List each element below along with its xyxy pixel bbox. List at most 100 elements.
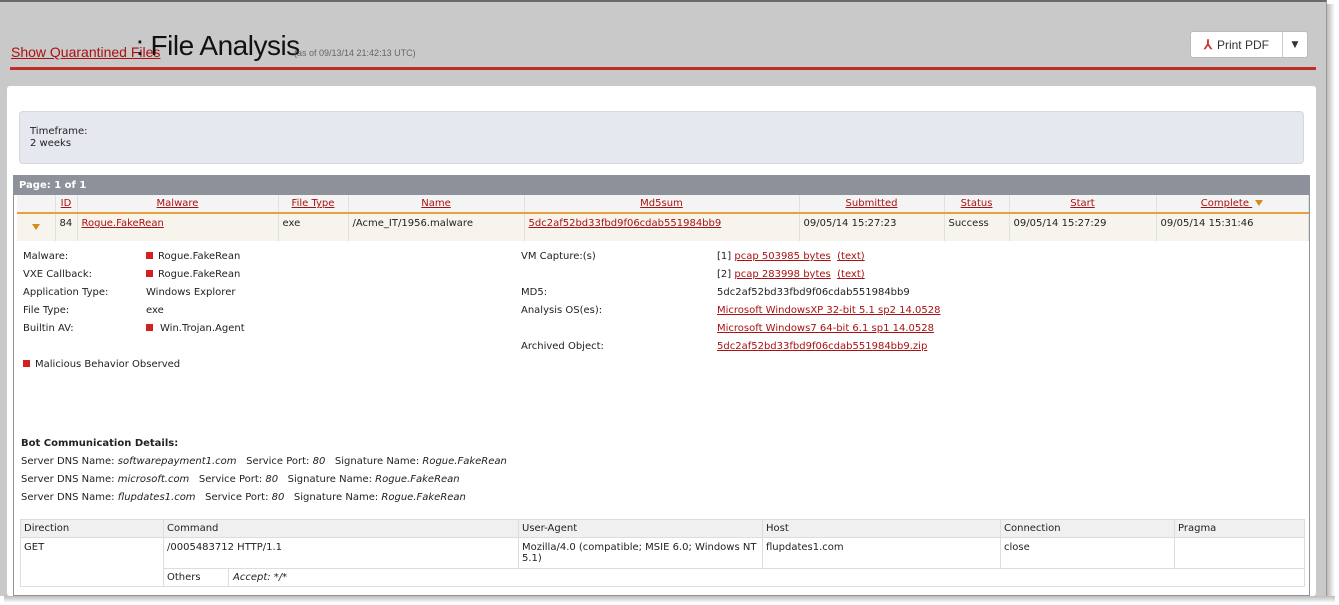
capture-2-index: [2] bbox=[717, 269, 732, 280]
cell-user-agent: Mozilla/4.0 (compatible; MSIE 6.0; Windo… bbox=[518, 537, 763, 569]
col-command: Command bbox=[163, 519, 519, 538]
application-type-label: Application Type: bbox=[23, 287, 109, 298]
file-type-value: exe bbox=[146, 305, 164, 316]
communication-table: Direction Command User-Agent Host Connec… bbox=[20, 519, 1305, 587]
builtin-av-value: Win.Trojan.Agent bbox=[146, 323, 245, 335]
col-connection: Connection bbox=[1000, 519, 1175, 538]
col-user-agent: User-Agent bbox=[518, 519, 763, 538]
md5-link[interactable]: 5dc2af52bd33fbd9f06cdab551984bb9 bbox=[529, 218, 722, 229]
expand-row-toggle[interactable] bbox=[17, 213, 56, 241]
print-pdf-label: Print PDF bbox=[1216, 37, 1269, 52]
capture-1-pcap-link[interactable]: pcap 503985 bytes bbox=[734, 251, 830, 262]
print-pdf-button-group: ⅄ Print PDF ▼ bbox=[1190, 31, 1308, 58]
cell-submitted: 09/05/14 15:27:23 bbox=[799, 213, 945, 241]
archived-object-link[interactable]: 5dc2af52bd33fbd9f06cdab551984bb9.zip bbox=[717, 341, 927, 353]
capture-2: [2] pcap 283998 bytes (text) bbox=[717, 269, 865, 281]
print-pdf-button[interactable]: ⅄ Print PDF bbox=[1191, 32, 1283, 57]
frame-shadow-right bbox=[1327, 4, 1335, 600]
expand-triangle-icon bbox=[31, 224, 40, 230]
page-header: Show Quarantined Files : File Analysis (… bbox=[10, 30, 1316, 70]
port-label: Service Port: bbox=[205, 492, 269, 503]
cell-host: flupdates1.com bbox=[762, 537, 1001, 569]
signature-value: Rogue.FakeRean bbox=[422, 456, 507, 467]
malware-label: Malware: bbox=[23, 251, 69, 262]
analysis-grid: Page: 1 of 1 ID Malware File Type Name M… bbox=[13, 175, 1310, 596]
port-value: 80 bbox=[265, 474, 279, 485]
malware-link[interactable]: Rogue.FakeRean bbox=[82, 218, 164, 229]
signature-label: Signature Name: bbox=[287, 474, 372, 485]
md5-value: 5dc2af52bd33fbd9f06cdab551984bb9 bbox=[717, 287, 910, 298]
cell-complete: 09/05/14 15:31:46 bbox=[1156, 213, 1309, 241]
dns-value: softwarepayment1.com bbox=[117, 456, 237, 467]
column-header-file-type[interactable]: File Type bbox=[278, 195, 349, 214]
red-square-icon bbox=[146, 324, 153, 331]
builtin-av-label: Builtin AV: bbox=[23, 323, 74, 334]
timeframe-box: Timeframe: 2 weeks bbox=[19, 111, 1304, 164]
builtin-av-value-text: Win.Trojan.Agent bbox=[160, 323, 245, 334]
red-square-icon bbox=[23, 360, 30, 367]
others-row: Others Accept: */* bbox=[21, 568, 1305, 587]
print-pdf-dropdown-toggle[interactable]: ▼ bbox=[1283, 32, 1307, 57]
vxe-callback-label: VXE Callback: bbox=[23, 269, 92, 280]
cell-file-type: exe bbox=[278, 213, 349, 241]
cell-pragma bbox=[1174, 537, 1305, 569]
malicious-behavior-text: Malicious Behavior Observed bbox=[35, 359, 181, 370]
column-header-md5sum[interactable]: Md5sum bbox=[524, 195, 800, 214]
signature-value: Rogue.FakeRean bbox=[381, 492, 466, 503]
analysis-os-2-link[interactable]: Microsoft Windows7 64-bit 6.1 sp1 14.052… bbox=[717, 323, 934, 335]
dns-label: Server DNS Name: bbox=[21, 474, 115, 485]
application-type-value: Windows Explorer bbox=[146, 287, 236, 298]
cell-status: Success bbox=[944, 213, 1010, 241]
md5-label: MD5: bbox=[521, 287, 548, 298]
comm-header-row: Direction Command User-Agent Host Connec… bbox=[20, 519, 1305, 538]
dns-value: microsoft.com bbox=[117, 474, 190, 485]
cell-direction: GET bbox=[20, 537, 164, 587]
cell-connection: close bbox=[1000, 537, 1175, 569]
expand-column-header bbox=[17, 195, 56, 214]
col-direction: Direction bbox=[20, 519, 164, 538]
cell-name: /Acme_IT/1956.malware bbox=[348, 213, 525, 241]
port-value: 80 bbox=[271, 492, 285, 503]
column-header-status[interactable]: Status bbox=[944, 195, 1010, 214]
pdf-icon: ⅄ bbox=[1204, 36, 1212, 52]
cell-md5: 5dc2af52bd33fbd9f06cdab551984bb9 bbox=[524, 213, 800, 241]
frame-shadow-bottom bbox=[4, 596, 1335, 603]
capture-2-text-link[interactable]: (text) bbox=[837, 269, 865, 280]
port-value: 80 bbox=[312, 456, 326, 467]
cell-malware: Rogue.FakeRean bbox=[77, 213, 279, 241]
vm-capture-label: VM Capture:(s) bbox=[521, 251, 596, 262]
bot-communication-heading: Bot Communication Details: bbox=[21, 438, 179, 449]
column-header-submitted[interactable]: Submitted bbox=[799, 195, 945, 214]
analysis-os-label: Analysis OS(es): bbox=[521, 305, 603, 316]
timeframe-label: Timeframe: bbox=[30, 126, 88, 137]
dns-label: Server DNS Name: bbox=[21, 456, 115, 467]
column-header-malware[interactable]: Malware bbox=[77, 195, 279, 214]
column-header-start[interactable]: Start bbox=[1009, 195, 1157, 214]
port-label: Service Port: bbox=[198, 474, 263, 485]
header-rule bbox=[10, 67, 1316, 70]
capture-2-pcap-link[interactable]: pcap 283998 bytes bbox=[734, 269, 830, 280]
capture-1-text-link[interactable]: (text) bbox=[837, 251, 865, 262]
dns-label: Server DNS Name: bbox=[21, 492, 115, 503]
sort-desc-icon bbox=[1255, 200, 1264, 206]
column-header-id[interactable]: ID bbox=[55, 195, 78, 214]
column-header-name[interactable]: Name bbox=[348, 195, 525, 214]
bot-entry: Server DNS Name: flupdates1.com Service … bbox=[21, 492, 466, 503]
analysis-os-1-link[interactable]: Microsoft WindowsXP 32-bit 5.1 sp2 14.05… bbox=[717, 305, 940, 317]
malware-value-text: Rogue.FakeRean bbox=[158, 251, 241, 262]
dns-value: flupdates1.com bbox=[117, 492, 196, 503]
bot-entry: Server DNS Name: microsoft.com Service P… bbox=[21, 474, 460, 485]
port-label: Service Port: bbox=[246, 456, 310, 467]
red-square-icon bbox=[146, 252, 153, 259]
capture-1-index: [1] bbox=[717, 251, 732, 262]
column-header-complete[interactable]: Complete bbox=[1156, 195, 1309, 214]
malware-value: Rogue.FakeRean bbox=[146, 251, 240, 263]
cell-command: /0005483712 HTTP/1.1 bbox=[163, 537, 519, 569]
others-value: Accept: */* bbox=[233, 572, 288, 583]
signature-value: Rogue.FakeRean bbox=[375, 474, 460, 485]
malicious-behavior-legend: Malicious Behavior Observed bbox=[23, 359, 180, 371]
file-type-label: File Type: bbox=[23, 305, 70, 316]
signature-label: Signature Name: bbox=[334, 456, 420, 467]
cell-id: 84 bbox=[55, 213, 78, 241]
bot-entry: Server DNS Name: softwarepayment1.com Se… bbox=[21, 456, 507, 467]
